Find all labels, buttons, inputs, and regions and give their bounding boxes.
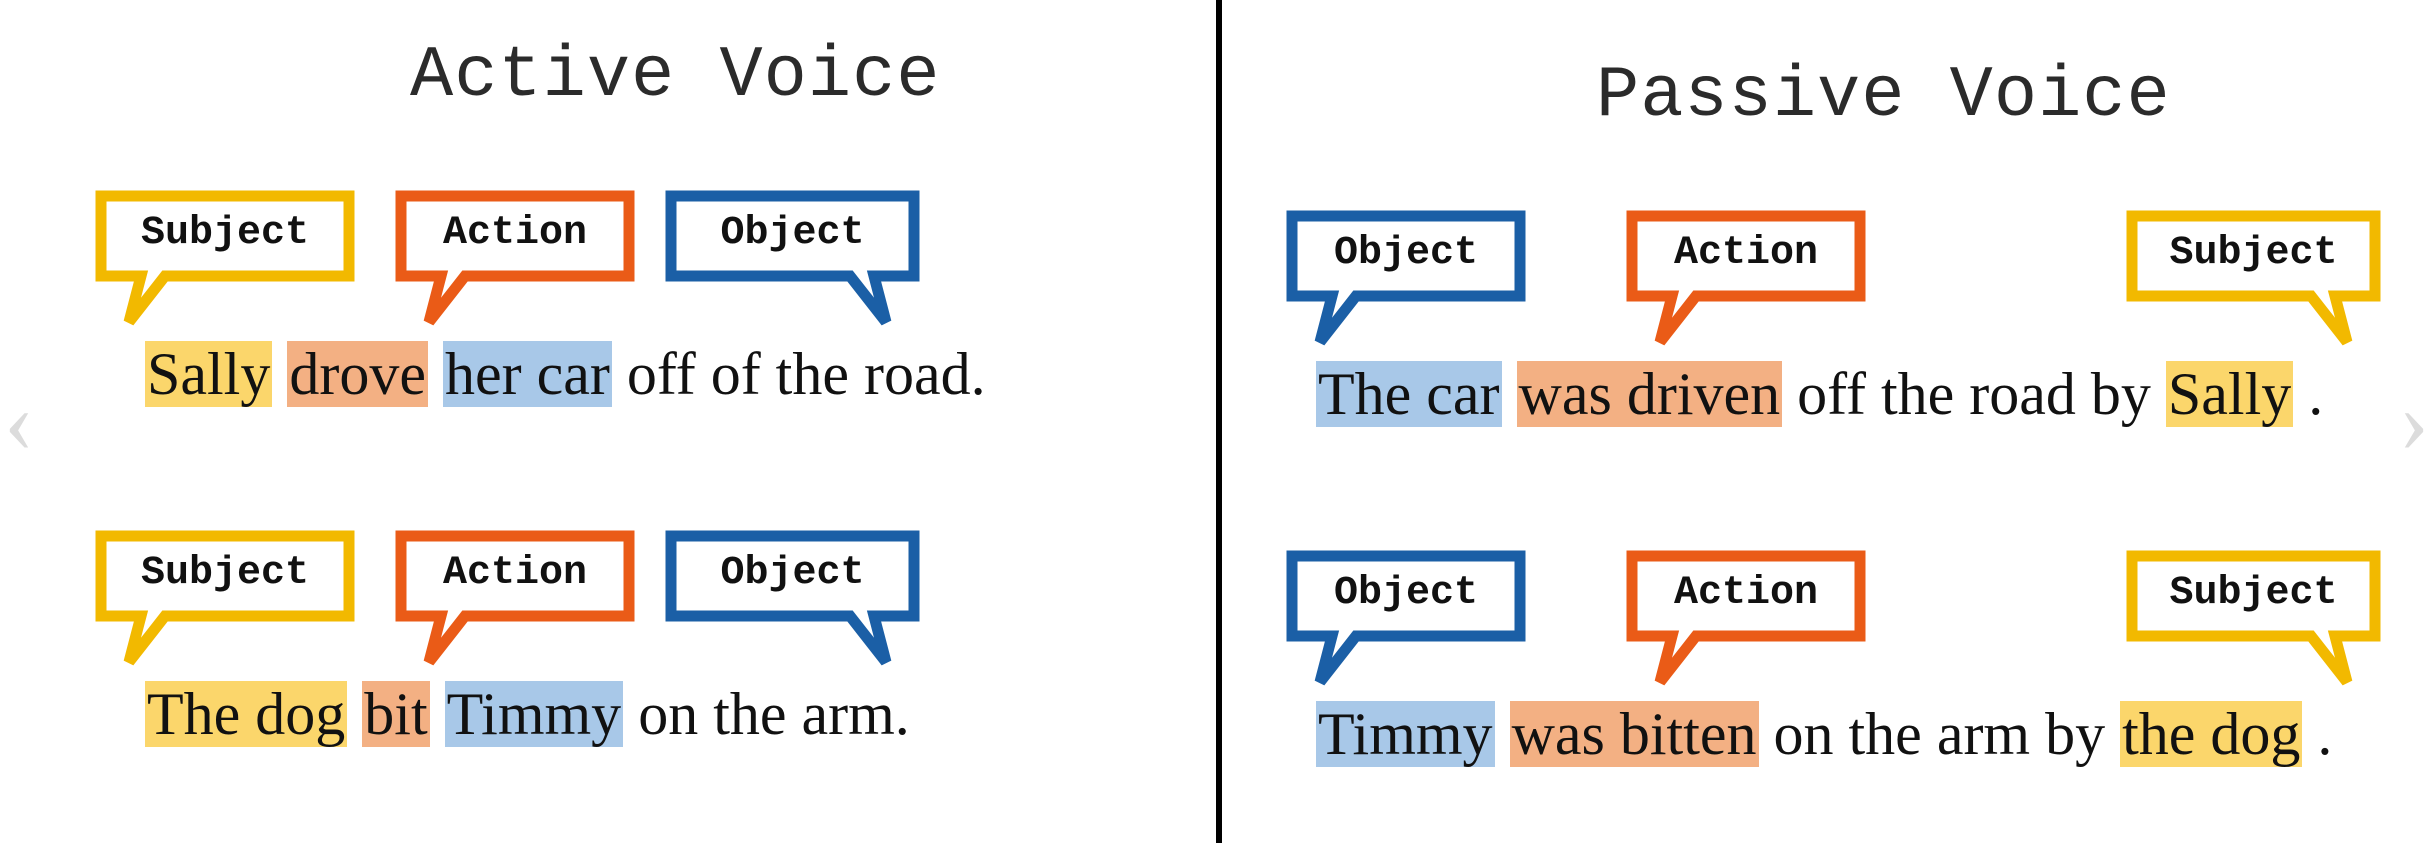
bubble-object-label: Object [665,190,920,276]
passive-voice-title: Passive Voice [1596,55,2171,137]
word-mid: on the arm by [1774,701,2121,767]
word-end: . [2317,701,2332,767]
word-object: her car [443,341,612,407]
word-action: was driven [1517,361,1783,427]
word-object: Timmy [1316,701,1495,767]
bubble-object: Object [1286,210,1526,350]
bubble-subject: Subject [95,190,355,330]
bubble-subject: Subject [2126,210,2381,350]
bubble-object-label: Object [665,530,920,616]
bubble-action-label: Action [1626,550,1866,636]
word-subject: The dog [145,681,347,747]
word-subject: Sally [145,341,272,407]
word-object: The car [1316,361,1502,427]
active-sentence-1: Sally drove her car off of the road. [145,340,986,409]
word-action: drove [287,341,428,407]
passive-sentence-1: The car was driven off the road by Sally… [1316,360,2323,429]
diagram-stage: ‹ › Active Voice Subject Action Object S… [0,0,2433,843]
passive-sentence-2: Timmy was bitten on the arm by the dog . [1316,700,2332,769]
word-rest: off of the road. [627,341,986,407]
bubble-subject-label: Subject [2126,210,2381,296]
bubble-object: Object [665,190,920,330]
bubble-subject: Subject [2126,550,2381,690]
word-action: bit [362,681,429,747]
active-sentence-2: The dog bit Timmy on the arm. [145,680,910,749]
word-action: was bitten [1510,701,1759,767]
word-rest: on the arm. [638,681,910,747]
bubble-action: Action [1626,550,1866,690]
bubble-action: Action [395,190,635,330]
word-subject: Sally [2166,361,2293,427]
bubble-subject-label: Subject [95,190,355,276]
word-object: Timmy [445,681,624,747]
passive-voice-panel: Passive Voice Object Action Subject The … [1216,0,2433,843]
bubble-action-label: Action [395,190,635,276]
word-end: . [2308,361,2323,427]
bubble-object: Object [665,530,920,670]
word-subject: the dog [2120,701,2302,767]
bubble-action: Action [1626,210,1866,350]
active-voice-panel: Active Voice Subject Action Object Sally… [0,0,1216,843]
bubble-subject-label: Subject [95,530,355,616]
bubble-object-label: Object [1286,210,1526,296]
active-voice-title: Active Voice [410,35,940,117]
bubble-object: Object [1286,550,1526,690]
bubble-action-label: Action [1626,210,1866,296]
bubble-subject-label: Subject [2126,550,2381,636]
bubble-object-label: Object [1286,550,1526,636]
bubble-action-label: Action [395,530,635,616]
word-mid: off the road by [1797,361,2166,427]
bubble-action: Action [395,530,635,670]
bubble-subject: Subject [95,530,355,670]
